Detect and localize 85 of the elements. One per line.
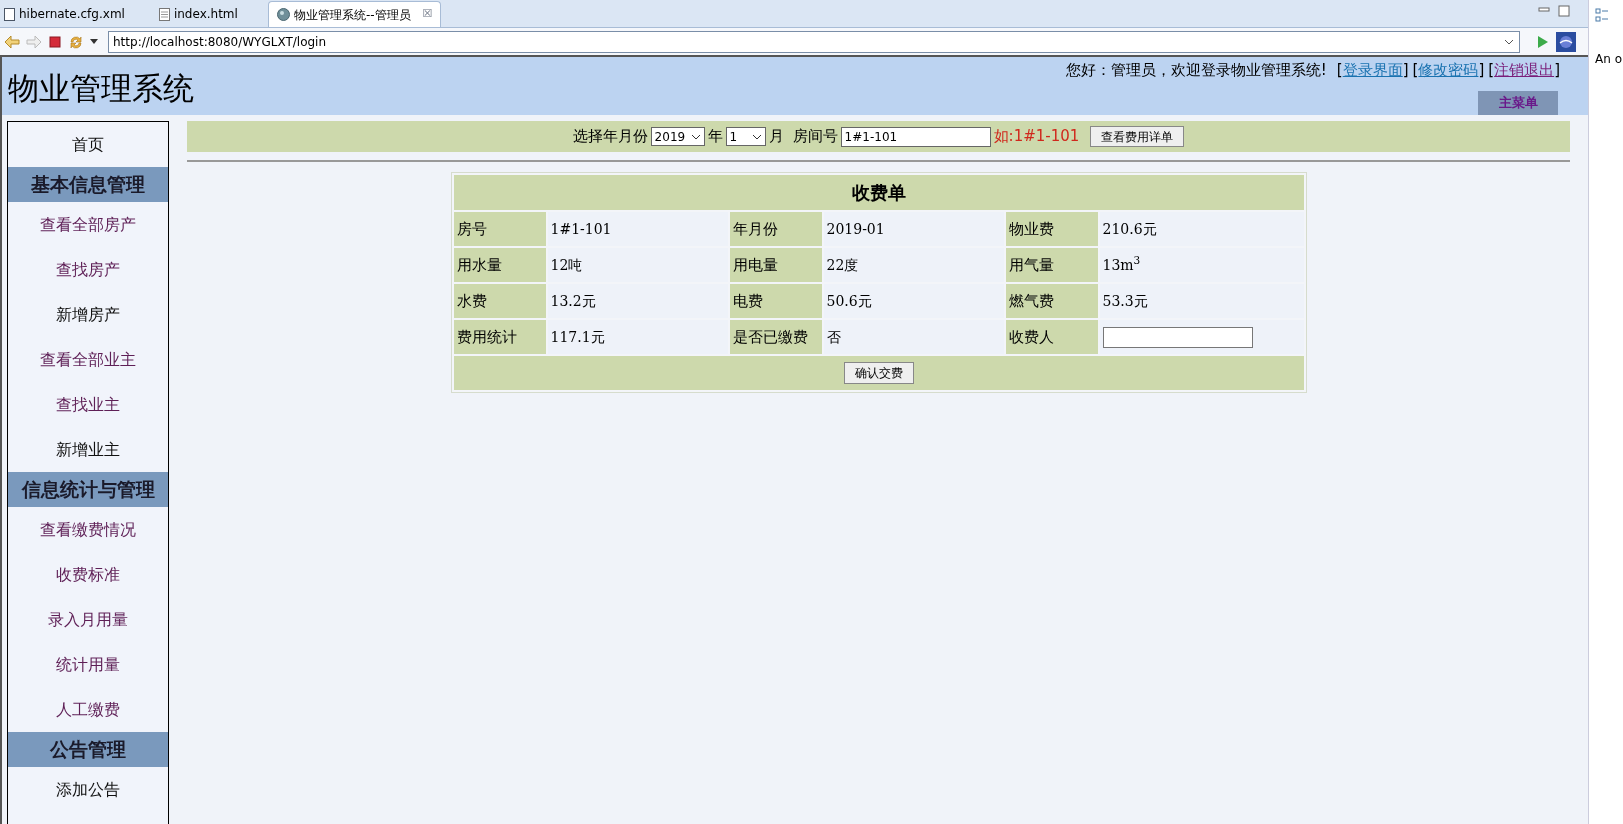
- sidebar-link[interactable]: 添加公告: [8, 767, 168, 812]
- label-cell: 年月份: [729, 212, 822, 246]
- tab-label: 物业管理系统--管理员: [293, 6, 411, 24]
- sidebar-link[interactable]: 首页: [8, 122, 168, 167]
- sidebar-link[interactable]: 统计用量: [8, 642, 168, 687]
- browser-icon[interactable]: [1556, 31, 1576, 52]
- label-cell: 用水量: [453, 248, 546, 282]
- sidebar-section-header: 信息统计与管理: [8, 472, 168, 507]
- view-details-button[interactable]: 查看费用详单: [1090, 126, 1185, 147]
- bracket-text: ]: [1478, 60, 1485, 81]
- panel-text: An o: [1595, 51, 1622, 68]
- sidebar-link[interactable]: 人工缴费: [8, 687, 168, 732]
- collector-input[interactable]: [1102, 326, 1253, 348]
- bracket-text: ]: [1554, 60, 1560, 81]
- room-input[interactable]: 1#1-101: [840, 126, 991, 147]
- editor-tab[interactable]: 物业管理系统--管理员 ☒: [267, 1, 442, 27]
- value-cell: 2019-01: [823, 212, 1004, 246]
- value-cell: 53.3元: [1099, 284, 1304, 318]
- label-cell: 用气量: [1005, 248, 1098, 282]
- sidebar-link[interactable]: 查找业主: [8, 382, 168, 427]
- hint-text: 如:1#1-101: [993, 126, 1080, 148]
- back-arrow-icon[interactable]: [4, 34, 20, 49]
- value-cell: 13.2元: [547, 284, 728, 318]
- sidebar-section-header: 公告管理: [8, 732, 168, 767]
- sidebar-section-header: 基本信息管理: [8, 167, 168, 202]
- label-cell: 燃气费: [1005, 284, 1098, 318]
- sidebar-link[interactable]: 收费标准: [8, 552, 168, 597]
- sidebar-link[interactable]: 查看全部房产: [8, 202, 168, 247]
- value-cell: 22度: [823, 248, 1004, 282]
- bracket-text: [: [1488, 60, 1495, 81]
- unit-text: 月: [768, 126, 784, 148]
- label-cell: 电费: [729, 284, 822, 318]
- close-tab-icon[interactable]: ☒: [422, 6, 433, 23]
- refresh-icon[interactable]: [68, 33, 84, 50]
- sidebar-link[interactable]: 查看全部业主: [8, 337, 168, 382]
- value-cell: 50.6元: [823, 284, 1004, 318]
- header-link[interactable]: 注销退出: [1494, 59, 1555, 82]
- bracket-text: [: [1336, 60, 1343, 81]
- editor-tab[interactable]: index.html: [154, 1, 242, 27]
- site-title: 物业管理系统: [8, 68, 194, 108]
- label-cell: 费用统计: [453, 320, 546, 354]
- unit-text: 年: [707, 126, 723, 148]
- chevron-down-icon: [690, 133, 701, 140]
- label-cell: 收费人: [1005, 320, 1098, 354]
- month-select[interactable]: 1: [725, 127, 766, 146]
- confirm-payment-button[interactable]: 确认交费: [843, 362, 914, 384]
- value-cell: 否: [823, 320, 1004, 354]
- tab-label: hibernate.cfg.xml: [19, 6, 125, 23]
- sidebar-link[interactable]: 查找房产: [8, 247, 168, 292]
- value-cell: 210.6元: [1099, 212, 1304, 246]
- sidebar-link[interactable]: 录入月用量: [8, 597, 168, 642]
- greeting-text: 您好：管理员，欢迎登录物业管理系统!: [1065, 60, 1327, 81]
- dropdown-caret-icon[interactable]: [90, 38, 98, 45]
- sidebar-link[interactable]: 新增房产: [8, 292, 168, 337]
- url-field[interactable]: http://localhost:8080/WYGLXT/login: [108, 30, 1520, 53]
- chevron-down-icon: [751, 133, 762, 140]
- bill-title: 收费单: [453, 175, 1304, 210]
- value-cell: 1#1-101: [547, 212, 728, 246]
- label-cell: 物业费: [1005, 212, 1098, 246]
- label-cell: 房号: [453, 212, 546, 246]
- filter-label: 选择年月份: [572, 126, 648, 148]
- outline-icon[interactable]: [1595, 8, 1609, 22]
- tab-label: index.html: [173, 6, 238, 23]
- stop-icon[interactable]: [48, 34, 62, 49]
- room-label: 房间号: [792, 126, 838, 148]
- bracket-text: ]: [1402, 60, 1409, 81]
- label-cell: 水费: [453, 284, 546, 318]
- minimize-icon[interactable]: [1538, 5, 1550, 15]
- year-select[interactable]: 2019: [650, 127, 705, 146]
- value-cell: 117.1元: [547, 320, 728, 354]
- document-icon: [158, 7, 170, 21]
- sidebar-link[interactable]: 查看缴费情况: [8, 507, 168, 552]
- editor-tab[interactable]: hibernate.cfg.xml: [0, 1, 129, 27]
- forward-arrow-icon[interactable]: [26, 34, 42, 49]
- bracket-text: [: [1412, 60, 1419, 81]
- header-link[interactable]: 登录界面: [1342, 59, 1403, 82]
- globe-icon: [276, 8, 290, 21]
- sidebar-link[interactable]: 新增业主: [8, 427, 168, 472]
- label-cell: 用电量: [729, 248, 822, 282]
- value-cell: 13m$^{3}$: [1099, 248, 1304, 282]
- maximize-icon[interactable]: [1558, 5, 1570, 17]
- label-cell: 是否已缴费: [729, 320, 822, 354]
- chevron-down-icon[interactable]: [1504, 38, 1514, 45]
- value-cell: 12吨: [547, 248, 728, 282]
- header-link[interactable]: 修改密码: [1418, 59, 1479, 82]
